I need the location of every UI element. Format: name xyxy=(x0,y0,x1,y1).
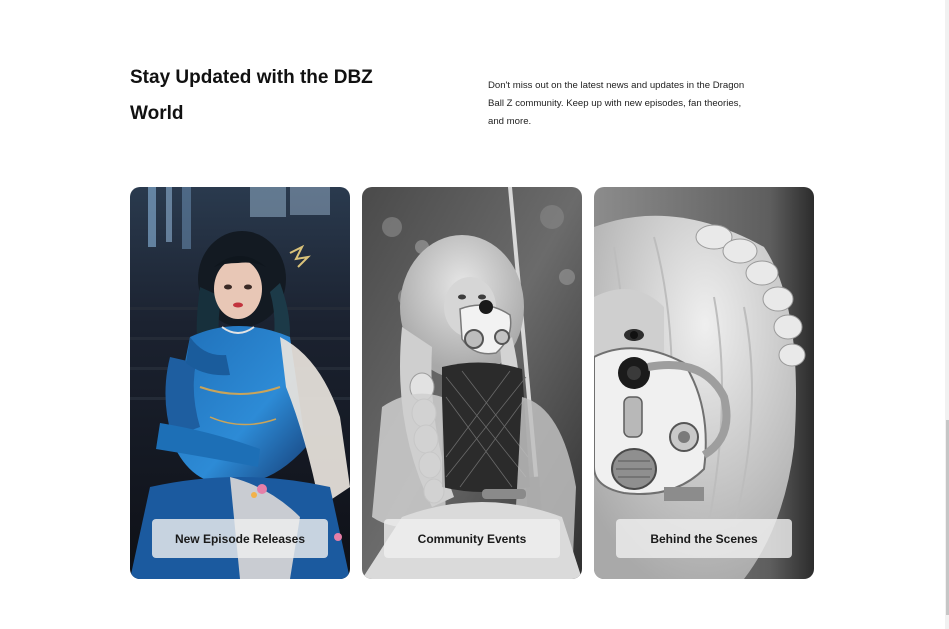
section-description: Don't miss out on the latest news and up… xyxy=(488,80,745,127)
page: Stay Updated with the DBZ World Don't mi… xyxy=(0,0,949,629)
card-behind-the-scenes[interactable]: Behind the Scenes xyxy=(594,187,814,579)
card-label[interactable]: Community Events xyxy=(384,519,560,558)
card-label[interactable]: Behind the Scenes xyxy=(616,519,792,558)
card-community-events[interactable]: Community Events xyxy=(362,187,582,579)
section-title: Stay Updated with the DBZ World xyxy=(130,67,373,124)
card-label[interactable]: New Episode Releases xyxy=(152,519,328,558)
card-new-episode-releases[interactable]: New Episode Releases xyxy=(130,187,350,579)
card-grid: New Episode Releases Community Events Be… xyxy=(130,187,814,579)
